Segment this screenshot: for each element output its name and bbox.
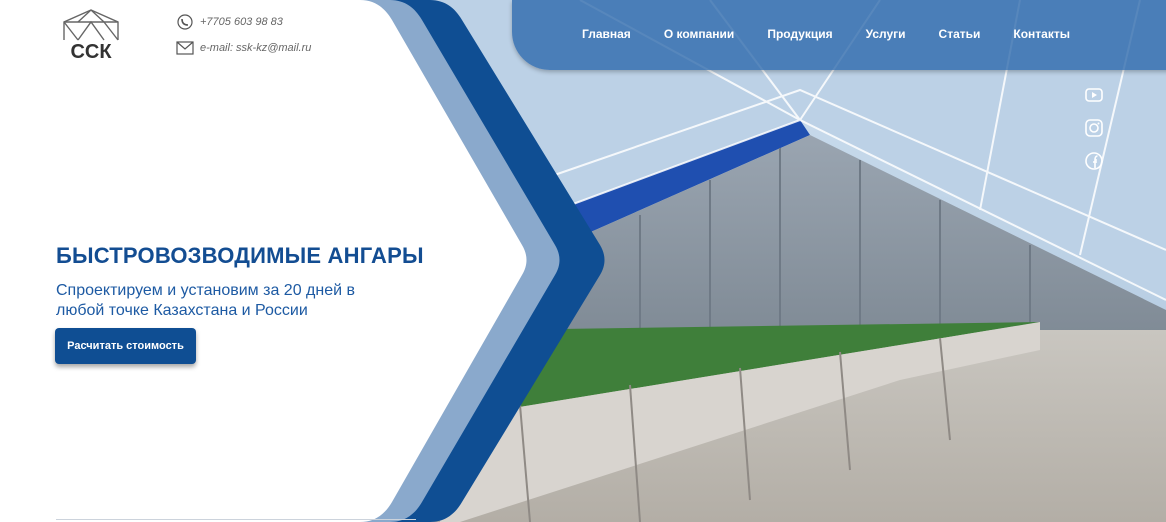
facebook-icon[interactable] bbox=[1084, 151, 1104, 171]
email-text: e-mail: ssk-kz@mail.ru bbox=[200, 42, 312, 54]
instagram-icon[interactable] bbox=[1084, 118, 1104, 138]
youtube-icon[interactable] bbox=[1084, 85, 1104, 105]
nav-item-contacts[interactable]: Контакты bbox=[1013, 27, 1070, 41]
hero-title: БЫСТРОВОЗВОДИМЫЕ АНГАРЫ bbox=[56, 243, 424, 268]
envelope-icon bbox=[176, 40, 194, 56]
top-nav: Главная О компании Продукция Услуги Стат… bbox=[512, 0, 1166, 70]
nav-list: Главная О компании Продукция Услуги Стат… bbox=[582, 27, 1103, 41]
nav-item-about[interactable]: О компании bbox=[664, 27, 735, 41]
nav-item-articles[interactable]: Статьи bbox=[939, 27, 981, 41]
logo[interactable]: ССК bbox=[56, 6, 126, 63]
nav-item-home[interactable]: Главная bbox=[582, 27, 631, 41]
nav-item-products[interactable]: Продукция bbox=[767, 27, 832, 41]
hero-subtitle: Спроектируем и установим за 20 дней в лю… bbox=[56, 281, 416, 321]
email-contact[interactable]: e-mail: ssk-kz@mail.ru bbox=[176, 40, 311, 56]
phone-text: +7705 603 98 83 bbox=[200, 16, 283, 28]
phone-icon bbox=[176, 14, 194, 30]
hero-subtitle-line2: любой точке Казахстана и России bbox=[56, 302, 308, 319]
logo-mark: ССК bbox=[63, 9, 119, 63]
logo-text: ССК bbox=[70, 41, 112, 62]
divider bbox=[56, 519, 416, 520]
phone-contact[interactable]: +7705 603 98 83 bbox=[176, 14, 283, 30]
calculate-cost-button[interactable]: Расчитать стоимость bbox=[55, 328, 196, 364]
hero-subtitle-line1: Спроектируем и установим за 20 дней в bbox=[56, 282, 355, 299]
hero-image bbox=[380, 0, 1166, 522]
nav-item-services[interactable]: Услуги bbox=[866, 27, 906, 41]
